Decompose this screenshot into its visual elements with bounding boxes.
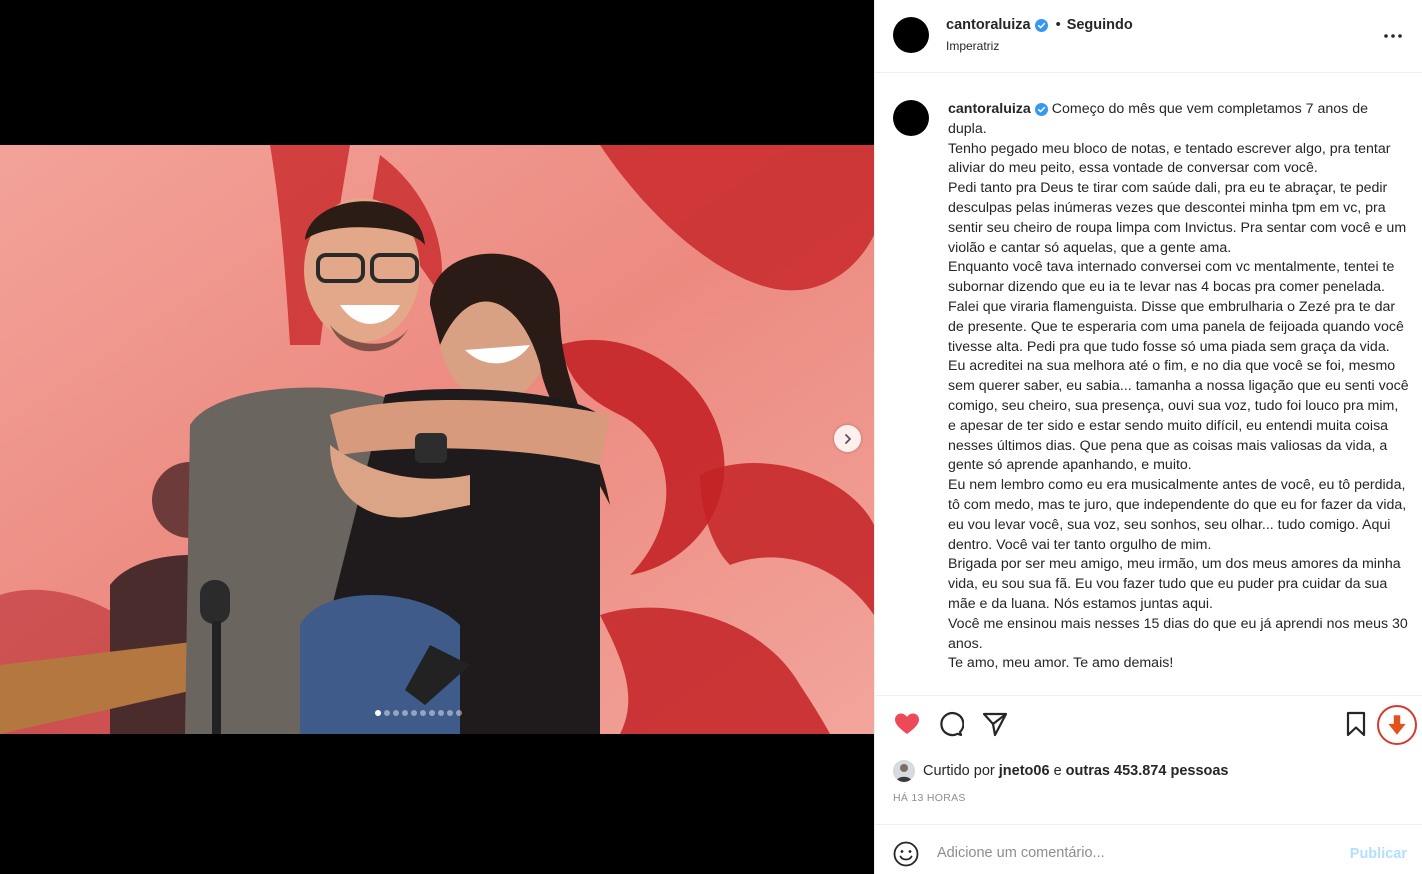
like-button[interactable] [893,710,921,738]
carousel-dot [429,710,435,716]
likes-prefix: Curtido por [923,763,995,779]
caption-line: Tenho pegado meu bloco de notas, e tenta… [948,140,1391,177]
caption-line: cantoraluiza Começo do mês que vem compl… [948,100,1410,140]
emoji-button[interactable] [893,841,919,867]
caption-text: cantoraluiza Começo do mês que vem compl… [948,100,1410,674]
carousel-dot [393,710,399,716]
author-username[interactable]: cantoraluiza [946,17,1031,33]
post-location[interactable]: Imperatriz [946,39,999,53]
chevron-right-icon [844,433,851,444]
action-bar [875,695,1422,755]
carousel-dot [375,710,381,716]
carousel-dot [456,710,462,716]
paper-plane-icon [982,712,1008,737]
bookmark-icon [1346,711,1366,737]
emoji-icon [893,841,919,867]
liker-avatar[interactable] [893,760,915,782]
post-photo [0,145,874,734]
post-header: cantoraluiza • Seguindo Imperatriz [875,0,1422,73]
likes-summary: Curtido por jneto06 e outras 453.874 pes… [893,760,1229,782]
likes-connector: e [1053,763,1062,779]
comment-icon [940,712,965,737]
likes-count-link[interactable]: outras 453.874 pessoas [1066,763,1229,779]
author-avatar[interactable] [893,17,929,53]
download-arrow-icon [1388,715,1406,735]
carousel-indicator [375,710,462,716]
download-button[interactable] [1377,705,1417,745]
caption-username[interactable]: cantoraluiza [948,101,1031,117]
carousel-dot [438,710,444,716]
caption-author-avatar[interactable] [893,100,929,136]
caption-line: Te amo, meu amor. Te amo demais! [948,655,1174,672]
user-photo-icon [893,760,915,782]
caption-line: Eu nem lembro como eu era musicalmente a… [948,477,1407,553]
post-modal: cantoraluiza • Seguindo Imperatriz canto… [0,0,1422,874]
carousel-dot [402,710,408,716]
caption-line: Pedi tanto pra Deus te tirar com saúde d… [948,180,1407,256]
verified-badge-icon [1034,102,1048,116]
verified-badge-icon [1034,18,1048,32]
post-timestamp[interactable]: HÁ 13 HORAS [893,792,966,804]
publish-button[interactable]: Publicar [1350,846,1407,862]
post-photo-image [0,145,874,734]
save-button[interactable] [1342,710,1370,738]
caption-section: cantoraluiza Começo do mês que vem compl… [875,74,1422,695]
caption-line: Enquanto você tava internado conversei c… [948,259,1404,355]
carousel-dot [384,710,390,716]
carousel-dot [420,710,426,716]
media-viewer [0,0,874,874]
more-horizontal-icon [1384,34,1402,38]
heart-filled-icon [895,713,919,734]
comment-button[interactable] [936,710,965,738]
comment-input[interactable] [937,839,1327,867]
author-line: cantoraluiza • Seguindo [946,17,1133,33]
separator-dot: • [1055,17,1061,33]
comment-composer: Publicar [875,824,1422,874]
following-button[interactable]: Seguindo [1067,17,1133,33]
next-slide-button[interactable] [834,425,861,452]
caption-line: Brigada por ser meu amigo, meu irmão, um… [948,556,1401,612]
share-button[interactable] [981,710,1009,738]
caption-line: Eu acreditei na sua melhora até o fim, e… [948,358,1409,474]
post-details-panel: cantoraluiza • Seguindo Imperatriz canto… [874,0,1422,874]
carousel-dot [447,710,453,716]
carousel-dot [411,710,417,716]
liker-username[interactable]: jneto06 [999,763,1050,779]
more-options-button[interactable] [1381,24,1405,48]
caption-line: Você me ensinou mais nesses 15 dias do q… [948,615,1408,652]
